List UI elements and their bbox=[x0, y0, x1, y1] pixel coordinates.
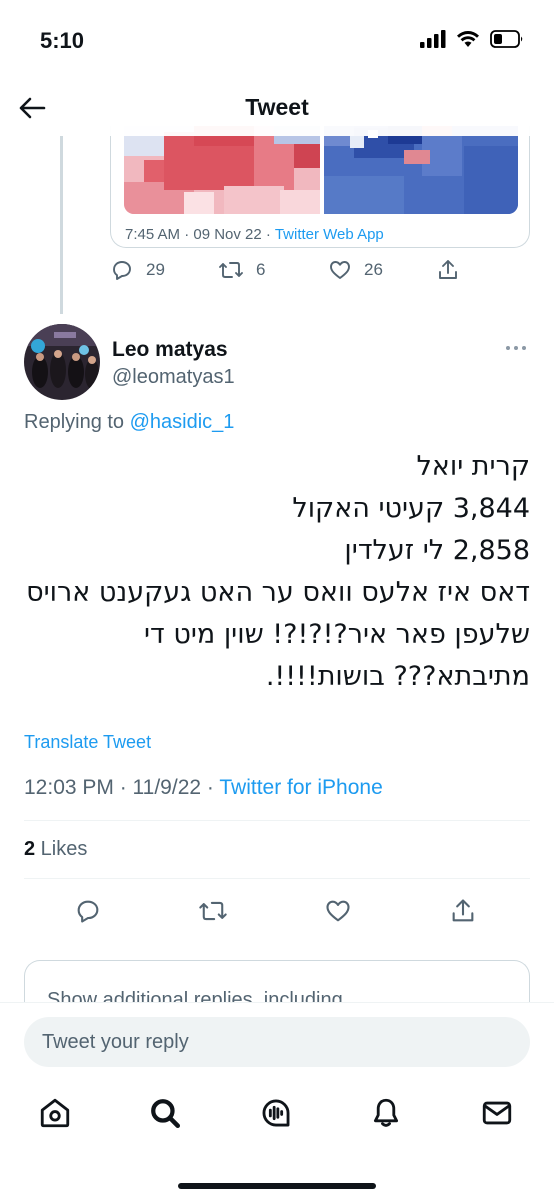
likes-count: 2 bbox=[24, 838, 36, 860]
notifications-icon bbox=[373, 1098, 399, 1127]
quoted-tweet-time: 7:45 AM · 09 Nov 22 bbox=[125, 226, 262, 243]
divider bbox=[24, 878, 530, 879]
retweet-icon bbox=[219, 262, 243, 278]
home-indicator bbox=[178, 1183, 376, 1189]
like-icon bbox=[330, 261, 350, 279]
share-button[interactable] bbox=[448, 896, 478, 926]
tweet-text-line: מתיבתא??? בושות!!!!. bbox=[265, 661, 530, 692]
avatar[interactable] bbox=[24, 324, 100, 400]
retweet-button[interactable] bbox=[198, 896, 228, 926]
election-map-image[interactable] bbox=[124, 126, 518, 214]
reply-icon bbox=[77, 900, 99, 923]
quoted-tweet-meta: 7:45 AM · 09 Nov 22 · Twitter Web App bbox=[125, 226, 384, 243]
status-icons bbox=[420, 30, 524, 48]
like-icon bbox=[326, 900, 350, 922]
tab-messages[interactable] bbox=[479, 1095, 515, 1131]
like-button[interactable] bbox=[323, 896, 353, 926]
page-title: Tweet bbox=[245, 94, 309, 120]
tab-home[interactable] bbox=[37, 1095, 73, 1131]
tweet-text: קרית יואל 3,844 קעיטי האקול 2,858 לי זעל… bbox=[24, 446, 530, 698]
spaces-icon bbox=[262, 1099, 290, 1127]
cellular-signal-icon bbox=[420, 30, 446, 48]
parent-share-button[interactable] bbox=[436, 258, 460, 282]
tweet-text-line: 3,844 קעיטי האקול bbox=[292, 493, 530, 524]
tab-notifications[interactable] bbox=[368, 1095, 404, 1131]
tab-spaces[interactable] bbox=[258, 1095, 294, 1131]
replying-to-link[interactable]: @hasidic_1 bbox=[130, 411, 235, 433]
tweet-text-line: דאס איז אלעס וואס ער האט געקענט ארויס bbox=[26, 577, 530, 608]
tweet-time: 12:03 PM · 11/9/22 bbox=[24, 776, 202, 799]
quoted-tweet-card[interactable]: 7:45 AM · 09 Nov 22 · Twitter Web App bbox=[110, 126, 530, 248]
divider bbox=[24, 820, 530, 821]
parent-tweet-actions: 29 6 26 bbox=[110, 258, 530, 288]
more-icon bbox=[506, 346, 526, 350]
thread-line bbox=[60, 136, 63, 314]
parent-reply-count: 29 bbox=[146, 260, 165, 279]
parent-retweet-button[interactable]: 6 bbox=[218, 258, 265, 282]
wifi-icon bbox=[457, 31, 479, 47]
replying-prefix: Replying to bbox=[24, 411, 130, 433]
share-icon bbox=[439, 260, 457, 279]
tweet-source-link[interactable]: Twitter for iPhone bbox=[219, 776, 382, 799]
author-handle[interactable]: @leomatyas1 bbox=[112, 366, 235, 389]
parent-reply-button[interactable]: 29 bbox=[110, 258, 165, 282]
tab-search[interactable] bbox=[147, 1095, 183, 1131]
battery-icon bbox=[490, 30, 523, 48]
parent-like-count: 26 bbox=[364, 260, 383, 279]
translate-tweet-link[interactable]: Translate Tweet bbox=[24, 732, 151, 753]
meta-separator: · bbox=[261, 226, 275, 243]
retweet-icon bbox=[199, 901, 227, 921]
status-time: 5:10 bbox=[40, 28, 85, 53]
parent-retweet-count: 6 bbox=[256, 260, 266, 279]
tweet-text-line: קרית יואל bbox=[416, 451, 530, 482]
meta-separator: · bbox=[201, 776, 220, 799]
share-icon bbox=[452, 899, 474, 922]
likes-label: Likes bbox=[35, 838, 88, 860]
tweet-timestamp: 12:03 PM · 11/9/22 · Twitter for iPhone bbox=[24, 776, 383, 800]
status-bar: 5:10 bbox=[0, 0, 554, 80]
messages-icon bbox=[482, 1101, 512, 1125]
parent-like-button[interactable]: 26 bbox=[328, 258, 383, 282]
header: Tweet bbox=[0, 80, 554, 136]
replying-to: Replying to @hasidic_1 bbox=[24, 411, 234, 434]
reply-button[interactable] bbox=[73, 896, 103, 926]
author-name[interactable]: Leo matyas bbox=[112, 338, 228, 362]
home-icon bbox=[40, 1098, 70, 1128]
reply-icon bbox=[113, 261, 131, 280]
likes-count-link[interactable]: 2 Likes bbox=[24, 838, 87, 861]
tweet-text-line: שלעפן פאר איר?!?!?! שוין מיט די bbox=[144, 619, 530, 650]
reply-input[interactable] bbox=[24, 1017, 530, 1067]
tweet-text-line: 2,858 לי זעלדין bbox=[344, 535, 530, 566]
search-icon bbox=[151, 1099, 181, 1129]
more-options-button[interactable] bbox=[504, 340, 528, 356]
quoted-tweet-source-link[interactable]: Twitter Web App bbox=[275, 226, 384, 243]
bottom-bar bbox=[0, 1002, 554, 1200]
